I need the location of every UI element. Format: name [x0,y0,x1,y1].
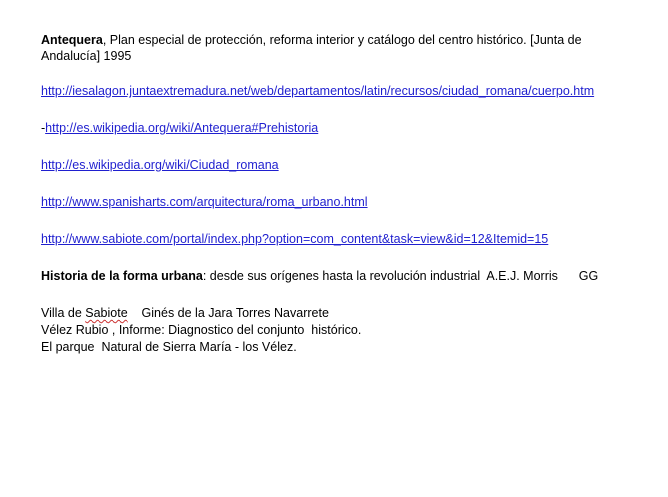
reference-historia: Historia de la forma urbana: desde sus o… [41,268,626,284]
reference-velez-text: Vélez Rubio , Informe: Diagnostico del c… [41,323,362,337]
reference-link-wikipedia-ciudad-romana: http://es.wikipedia.org/wiki/Ciudad_roma… [41,157,626,173]
reference-velez: Vélez Rubio , Informe: Diagnostico del c… [41,322,626,339]
reference-link-sabiote: http://www.sabiote.com/portal/index.php?… [41,231,626,247]
link-wikipedia-ciudad-romana[interactable]: http://es.wikipedia.org/wiki/Ciudad_roma… [41,158,279,172]
reference-sabiote-prefix: Villa de [41,306,86,320]
reference-antequera: Antequera, Plan especial de protección, … [41,32,626,64]
reference-parque: El parque Natural de Sierra María - los … [41,339,626,356]
link-sabiote[interactable]: http://www.sabiote.com/portal/index.php?… [41,232,548,246]
reference-historia-title: Historia de la forma urbana [41,269,203,283]
link-spanisharts[interactable]: http://www.spanisharts.com/arquitectura/… [41,195,368,209]
reference-sabiote-detail: Ginés de la Jara Torres Navarrete [127,306,329,320]
reference-sabiote-word: Sabiote [85,306,128,320]
reference-antequera-title: Antequera [41,33,103,47]
reference-link-spanisharts: http://www.spanisharts.com/arquitectura/… [41,194,626,210]
reference-antequera-detail: , Plan especial de protección, reforma i… [41,33,582,63]
reference-parque-text: El parque Natural de Sierra María - los … [41,340,297,354]
link-iesalagon[interactable]: http://iesalagon.juntaextremadura.net/we… [41,84,594,98]
reference-sabiote: Villa de Sabiote Ginés de la Jara Torres… [41,305,626,322]
reference-link-iesalagon: http://iesalagon.juntaextremadura.net/we… [41,83,626,99]
reference-historia-detail: : desde sus orígenes hasta la revolución… [202,269,599,283]
reference-list: Antequera, Plan especial de protección, … [41,32,626,356]
reference-link-wikipedia-antequera: -http://es.wikipedia.org/wiki/Antequera#… [41,120,626,136]
link-wikipedia-antequera[interactable]: http://es.wikipedia.org/wiki/Antequera#P… [45,121,318,135]
